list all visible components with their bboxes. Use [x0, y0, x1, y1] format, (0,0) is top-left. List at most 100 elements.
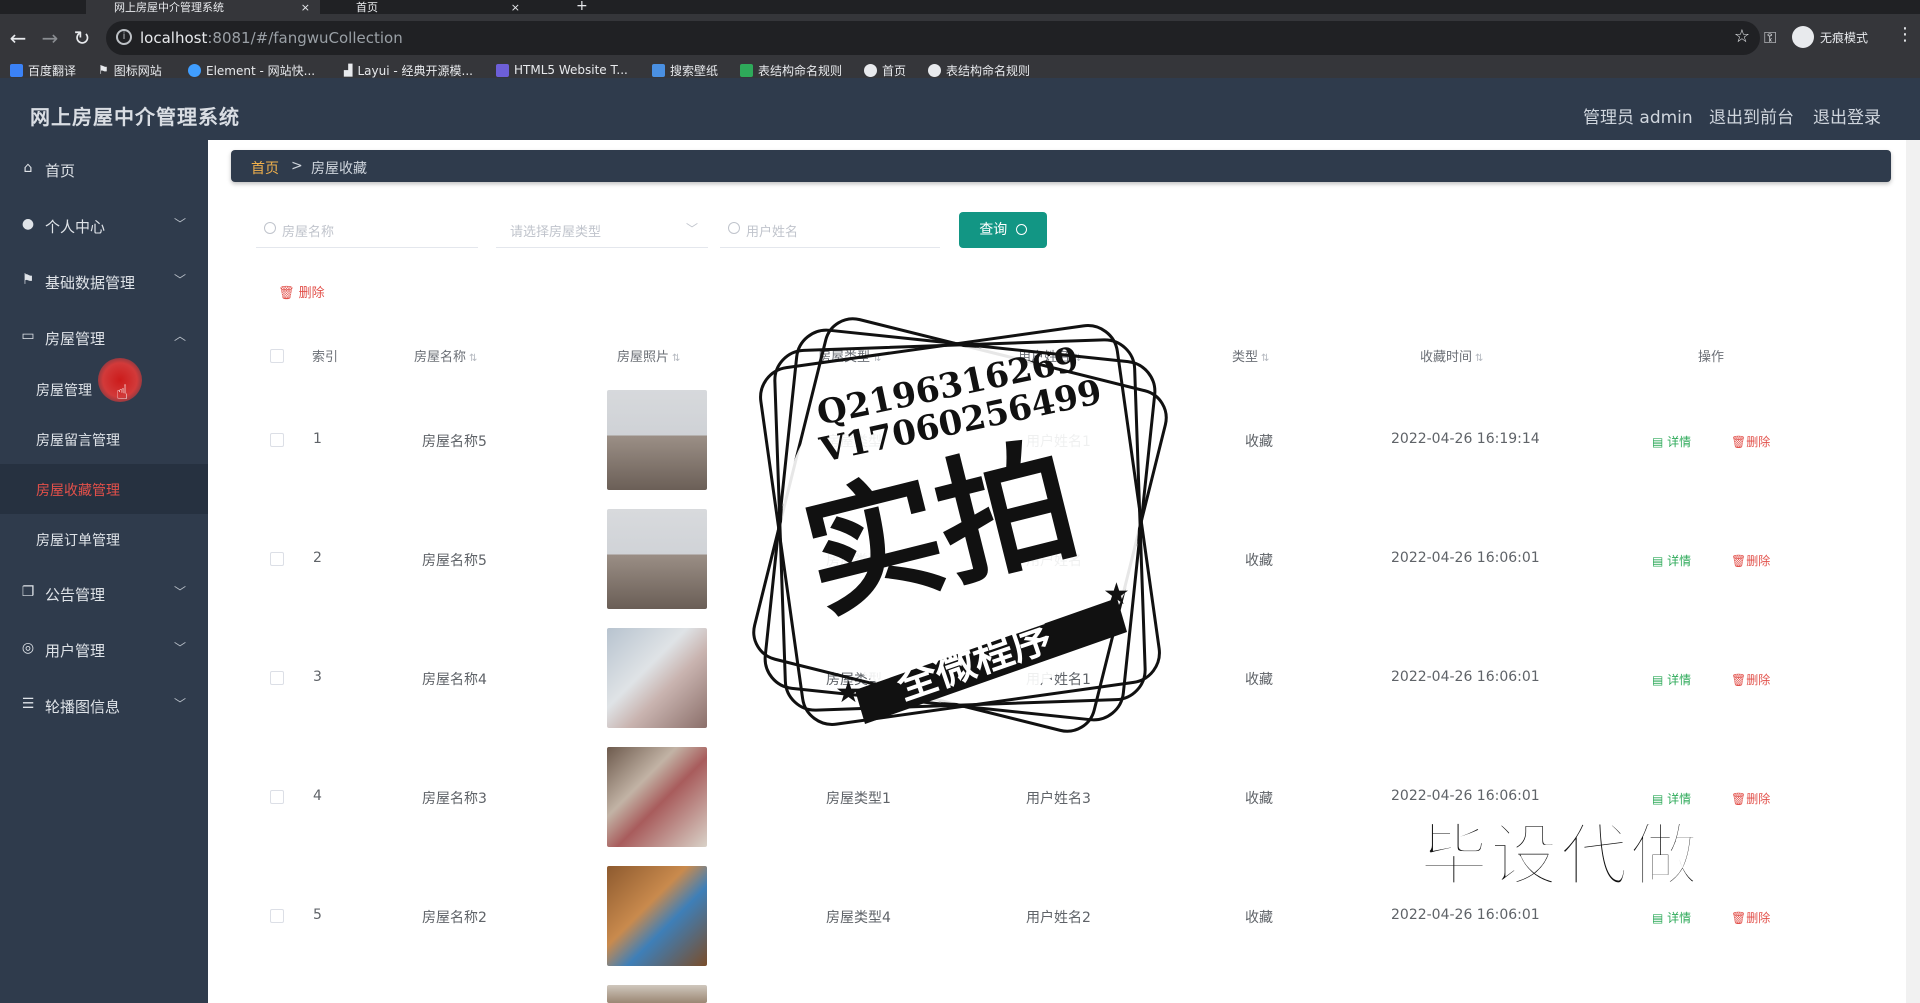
- bookmarks-bar: 百度翻译 ⚑ 图标网站 Element - 网站快... ▟ Layui - 经典开…: [0, 62, 1920, 78]
- logout-link[interactable]: 退出登录: [1813, 103, 1881, 128]
- sort-icon[interactable]: ⇅: [1475, 353, 1483, 364]
- trash-icon: 🗑: [1731, 554, 1747, 568]
- bookmark[interactable]: 表结构命名规则: [928, 62, 1030, 78]
- batch-delete-button[interactable]: 🗑 删除: [278, 282, 325, 302]
- column-header-type[interactable]: 房屋类型 ⇅: [818, 346, 881, 365]
- trash-icon: 🗑: [1731, 911, 1747, 925]
- house-photo[interactable]: [607, 985, 707, 1003]
- bookmark[interactable]: 首页: [864, 62, 906, 78]
- row-checkbox[interactable]: [270, 433, 284, 447]
- house-name-search-input[interactable]: 房屋名称: [256, 212, 478, 248]
- select-all-checkbox[interactable]: [270, 349, 284, 363]
- row-delete-button[interactable]: 🗑删除: [1731, 552, 1770, 569]
- tab-title: 网上房屋中介管理系统: [114, 0, 224, 14]
- row-delete-button[interactable]: 🗑删除: [1731, 433, 1770, 450]
- house-type-select[interactable]: 请选择房屋类型 ﹀: [496, 212, 708, 248]
- forward-icon[interactable]: →: [36, 24, 64, 52]
- sort-icon[interactable]: ⇅: [1073, 353, 1081, 364]
- new-tab-icon[interactable]: +: [576, 0, 588, 13]
- sidebar-item-house-management[interactable]: ▭ 房屋管理 ︿: [0, 312, 208, 364]
- html5-icon: [496, 63, 509, 77]
- info-icon[interactable]: i: [116, 29, 132, 45]
- close-icon[interactable]: ×: [301, 2, 310, 13]
- menu-icon[interactable]: ⋮: [1896, 24, 1914, 45]
- row-delete-button[interactable]: 🗑删除: [1731, 671, 1770, 688]
- chevron-up-icon: ︿: [174, 329, 187, 343]
- column-header-name[interactable]: 房屋名称 ⇅: [414, 346, 477, 365]
- row-checkbox[interactable]: [270, 790, 284, 804]
- bookmark[interactable]: 百度翻译: [10, 62, 76, 78]
- column-header-time[interactable]: 收藏时间 ⇅: [1420, 346, 1483, 365]
- column-header-user[interactable]: 用户姓名 ⇅: [1018, 346, 1081, 365]
- back-icon[interactable]: ←: [4, 24, 32, 52]
- sidebar-item-base-data[interactable]: ⚑ 基础数据管理 ﹀: [0, 256, 208, 308]
- sidebar-subitem-house-message[interactable]: 房屋留言管理: [0, 414, 208, 464]
- row-checkbox[interactable]: [270, 552, 284, 566]
- chat-icon: ▭: [21, 328, 35, 344]
- detail-button[interactable]: ▤ 详情: [1652, 552, 1691, 569]
- reload-icon[interactable]: ↻: [68, 24, 96, 52]
- sidebar-subitem-house-collection[interactable]: 房屋收藏管理: [0, 464, 208, 514]
- sidebar-item-carousel[interactable]: ☰ 轮播图信息 ﹀: [0, 680, 208, 732]
- sort-icon[interactable]: ⇅: [672, 353, 680, 364]
- row-delete-button[interactable]: 🗑删除: [1731, 909, 1770, 926]
- row-delete-button[interactable]: 🗑删除: [1731, 790, 1770, 807]
- row-checkbox[interactable]: [270, 909, 284, 923]
- bookmark[interactable]: HTML5 Website T...: [496, 62, 628, 78]
- row-time: 2022-04-26 16:06:01: [1391, 669, 1540, 685]
- row-checkbox[interactable]: [270, 671, 284, 685]
- address-bar[interactable]: i localhost:8081/#/fangwuCollection ☆: [106, 21, 1760, 55]
- column-header-index: 索引: [312, 350, 339, 365]
- sort-icon[interactable]: ⇅: [873, 353, 881, 364]
- bookmark[interactable]: 表结构命名规则: [740, 62, 842, 78]
- breadcrumb-home[interactable]: 首页: [251, 158, 279, 178]
- back-to-front-link[interactable]: 退出到前台: [1709, 103, 1794, 128]
- detail-button[interactable]: ▤ 详情: [1652, 909, 1691, 926]
- house-photo[interactable]: [607, 747, 707, 847]
- bookmark[interactable]: 搜索壁纸: [652, 62, 718, 78]
- bookmark[interactable]: Element - 网站快...: [188, 62, 315, 78]
- row-time: 2022-04-26 16:19:14: [1391, 431, 1540, 447]
- app-header: 网上房屋中介管理系统 管理员 admin 退出到前台 退出登录: [0, 78, 1920, 140]
- row-house-type: 房屋类型: [826, 434, 882, 450]
- house-photo[interactable]: [607, 866, 707, 966]
- bookmark[interactable]: ⚑ 图标网站: [98, 62, 162, 78]
- sidebar: ⌂ 首页 ● 个人中心 ﹀ ⚑ 基础数据管理 ﹀ ▭ 房屋管理 ︿ 房屋管理 房…: [0, 140, 208, 1003]
- column-header-kind[interactable]: 类型 ⇅: [1232, 346, 1269, 365]
- row-time: 2022-04-26 16:06:01: [1391, 907, 1540, 923]
- detail-button[interactable]: ▤ 详情: [1652, 433, 1691, 450]
- row-house-name: 房屋名称5: [422, 434, 487, 450]
- house-photo[interactable]: [607, 390, 707, 490]
- sidebar-item-home[interactable]: ⌂ 首页: [0, 144, 208, 196]
- browser-tab[interactable]: 首页 ×: [330, 0, 530, 14]
- incognito-button[interactable]: 无痕模式: [1792, 26, 1868, 48]
- document-icon: ▤: [1652, 435, 1668, 449]
- globe-icon: [864, 63, 877, 77]
- element-icon: [188, 63, 201, 77]
- browser-tab-active[interactable]: 网上房屋中介管理系统 ×: [86, 0, 320, 14]
- layui-icon: ▟: [344, 63, 353, 77]
- globe-icon: [928, 63, 941, 77]
- row-house-name: 房屋名称2: [422, 910, 487, 926]
- star-icon[interactable]: ☆: [1734, 26, 1750, 47]
- key-icon[interactable]: ⚿: [1764, 28, 1776, 48]
- house-photo[interactable]: [607, 628, 707, 728]
- sort-icon[interactable]: ⇅: [469, 353, 477, 364]
- sidebar-item-notice[interactable]: ❐ 公告管理 ﹀: [0, 568, 208, 620]
- detail-button[interactable]: ▤ 详情: [1652, 671, 1691, 688]
- sidebar-item-users[interactable]: ◎ 用户管理 ﹀: [0, 624, 208, 676]
- sidebar-subitem-house-order[interactable]: 房屋订单管理: [0, 514, 208, 564]
- bookmark[interactable]: ▟ Layui - 经典开源模...: [344, 62, 473, 78]
- sidebar-item-personal-center[interactable]: ● 个人中心 ﹀: [0, 200, 208, 252]
- house-photo[interactable]: [607, 509, 707, 609]
- row-house-name: 房屋名称3: [422, 791, 487, 807]
- query-button[interactable]: 查询: [959, 212, 1047, 248]
- chevron-down-icon: ﹀: [685, 222, 698, 236]
- column-header-photo[interactable]: 房屋照片 ⇅: [617, 346, 680, 365]
- copy-icon: ❐: [21, 584, 35, 600]
- sliders-icon: ☰: [21, 696, 35, 712]
- page-scrollbar[interactable]: [1906, 140, 1920, 1003]
- sort-icon[interactable]: ⇅: [1261, 353, 1269, 364]
- close-icon[interactable]: ×: [511, 2, 520, 13]
- user-name-search-input[interactable]: 用户姓名: [720, 212, 940, 248]
